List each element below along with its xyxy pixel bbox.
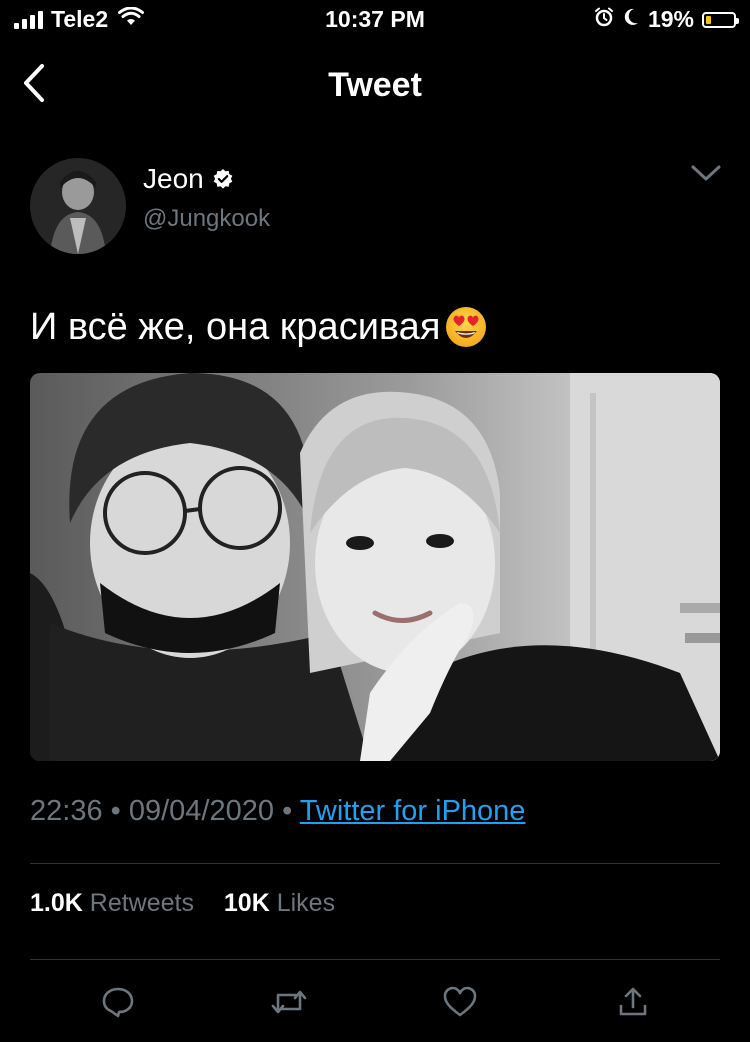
meta-separator-2: • — [282, 795, 293, 827]
tweet-actions — [0, 984, 750, 1024]
author-handle[interactable]: @Jungkook — [143, 205, 270, 233]
share-icon — [616, 985, 650, 1024]
author-name[interactable]: Jeon — [143, 163, 204, 195]
likes-label[interactable]: Likes — [277, 889, 335, 917]
like-button[interactable] — [438, 984, 482, 1024]
verified-badge-icon — [212, 168, 234, 190]
alarm-icon — [594, 6, 614, 33]
tweet-photo[interactable] — [30, 373, 720, 761]
tweet-date: 09/04/2020 — [128, 795, 275, 827]
moon-icon — [622, 6, 640, 33]
tweet-time: 22:36 — [30, 795, 103, 827]
battery-icon — [702, 11, 739, 28]
reply-icon — [101, 985, 135, 1024]
retweet-button[interactable] — [267, 984, 311, 1024]
heart-eyes-emoji-icon — [444, 305, 488, 349]
divider — [30, 863, 720, 864]
status-right-group: 19% — [594, 6, 739, 33]
tweet-menu-button[interactable] — [686, 160, 726, 190]
retweet-icon — [269, 985, 309, 1024]
retweets-label[interactable]: Retweets — [90, 889, 194, 917]
status-bar: Tele2 10:37 PM 19% — [0, 0, 750, 40]
tweet-meta: 22:36 • 09/04/2020 • Twitter for iPhone — [30, 795, 525, 828]
nav-header: Tweet — [0, 50, 750, 120]
battery-percent: 19% — [647, 6, 694, 32]
tweet-source-link[interactable]: Twitter for iPhone — [300, 795, 526, 827]
share-button[interactable] — [611, 984, 655, 1024]
tweet-body: И всё же, она красивая — [30, 305, 441, 348]
meta-separator: • — [110, 795, 121, 827]
reply-button[interactable] — [96, 984, 140, 1024]
tweet-text: И всё же, она красивая — [30, 305, 488, 349]
avatar[interactable] — [30, 158, 126, 254]
likes-count[interactable]: 10K — [224, 889, 270, 917]
battery-level — [706, 15, 711, 24]
divider — [30, 959, 720, 960]
tweet-stats: 1.0K Retweets 10K Likes — [30, 889, 335, 918]
page-title: Tweet — [328, 66, 422, 104]
retweets-count[interactable]: 1.0K — [30, 889, 83, 917]
heart-icon — [442, 985, 478, 1024]
author-name-group[interactable]: Jeon — [143, 163, 234, 195]
chevron-down-icon — [690, 163, 722, 188]
